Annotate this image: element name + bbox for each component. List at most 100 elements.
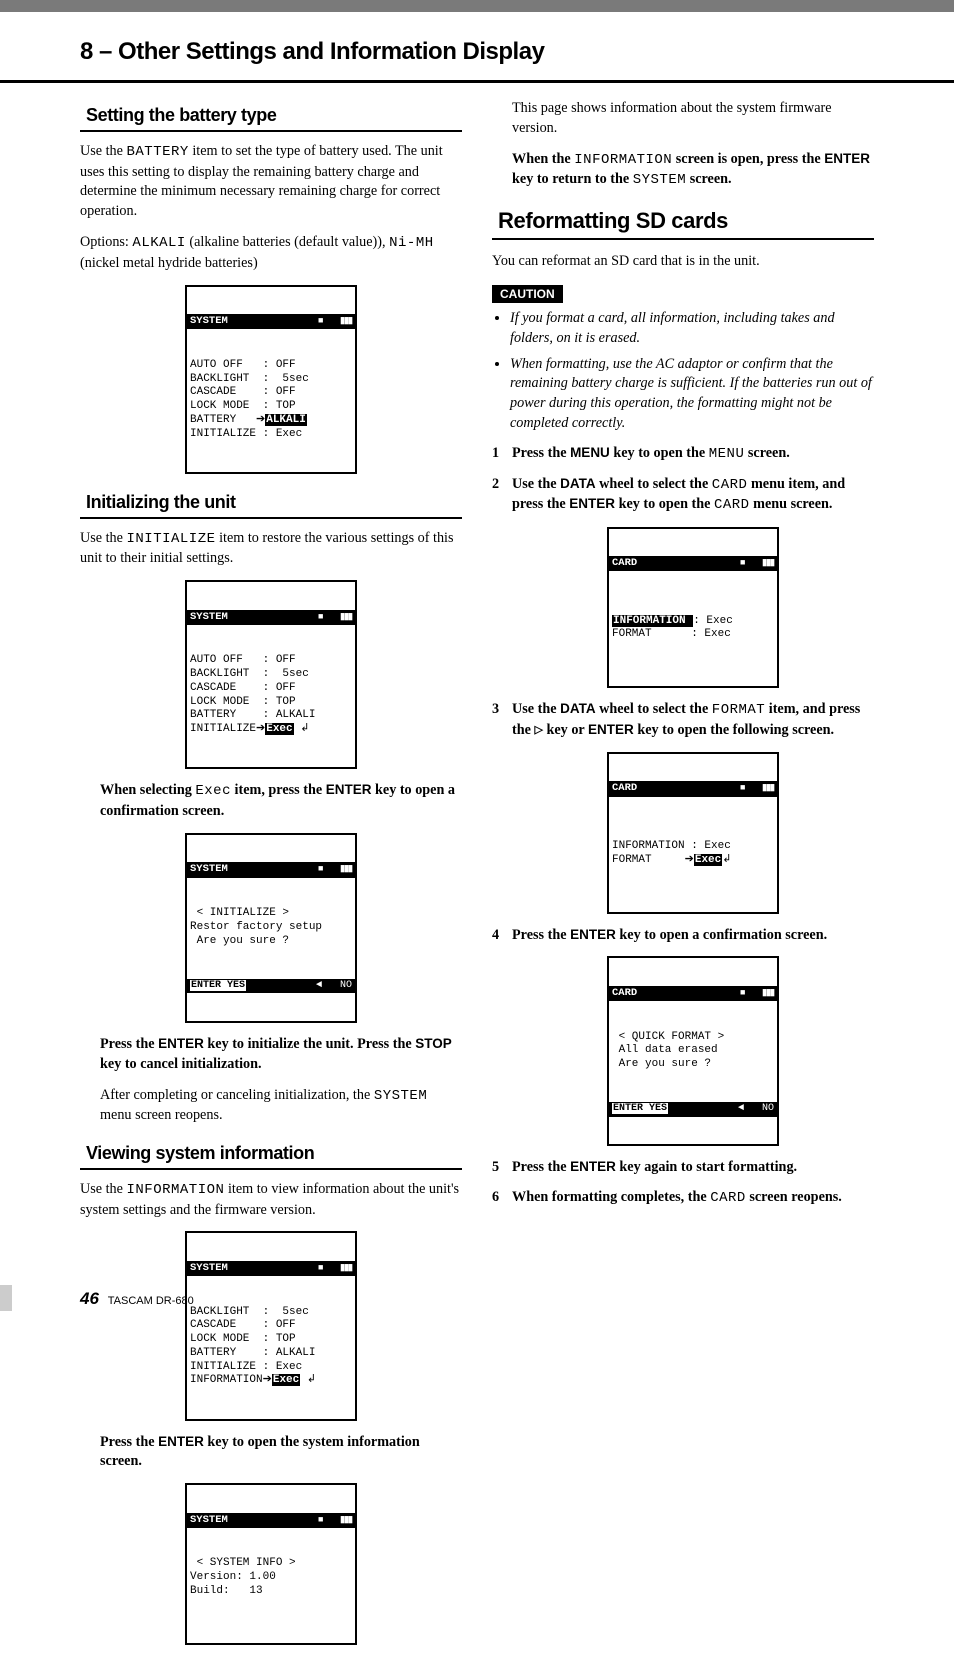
lcd-no: ◄ NO bbox=[738, 1103, 774, 1116]
mono: MENU bbox=[709, 446, 745, 462]
step-4: Press the ENTER key to open a confirmati… bbox=[492, 926, 874, 1147]
txt: screen is open, press the bbox=[672, 151, 824, 167]
battery-icon: ▮▮▮ bbox=[318, 612, 352, 623]
lcd-battery: SYSTEM▮▮▮ AUTO OFF : OFF BACKLIGHT : 5se… bbox=[80, 285, 462, 474]
lcd-init: SYSTEM▮▮▮ AUTO OFF : OFF BACKLIGHT : 5se… bbox=[80, 580, 462, 769]
txt: When selecting bbox=[100, 782, 195, 798]
txt: Press the bbox=[100, 1434, 158, 1450]
lcd-body: ↲ bbox=[300, 1374, 316, 1386]
data-key: DATA bbox=[560, 701, 596, 716]
bat-p2: Options: ALKALI (alkaline batteries (def… bbox=[80, 233, 462, 273]
txt: key or bbox=[543, 722, 588, 738]
mono: INFORMATION bbox=[574, 152, 672, 168]
txt: menu screen. bbox=[750, 496, 833, 512]
topbar bbox=[0, 0, 954, 12]
caution-item: If you format a card, all information, i… bbox=[510, 309, 874, 349]
mono: Ni-MH bbox=[389, 235, 434, 251]
bat-p1: Use the BATTERY item to set the type of … bbox=[80, 142, 462, 222]
lcd-body: < QUICK FORMAT > All data erased Are you… bbox=[609, 1029, 777, 1075]
txt: Use the bbox=[80, 143, 127, 159]
sec-sysinfo-head: Viewing system information bbox=[80, 1137, 462, 1170]
txt: item, press the bbox=[231, 782, 326, 798]
lcd-yes: ENTER YES bbox=[190, 980, 246, 991]
txt: screen reopens. bbox=[746, 1189, 842, 1205]
lcd-selection: ALKALI bbox=[265, 414, 307, 426]
txt: key to open the bbox=[610, 445, 709, 461]
init-p1: Use the INITIALIZE item to restore the v… bbox=[80, 529, 462, 569]
lcd-title: CARD bbox=[612, 782, 637, 795]
txt: Press the bbox=[100, 1036, 158, 1052]
lcd-selection: Exec bbox=[694, 854, 722, 866]
lcd-title: SYSTEM bbox=[190, 1514, 228, 1527]
mono: BATTERY bbox=[127, 144, 189, 160]
txt: key to open the bbox=[615, 496, 714, 512]
enter-key: ENTER bbox=[570, 927, 616, 942]
init-p2: When selecting Exec item, press the ENTE… bbox=[100, 781, 462, 821]
txt: (nickel metal hydride batteries) bbox=[80, 255, 258, 271]
lcd-title: SYSTEM bbox=[190, 315, 228, 328]
page-number: 46 bbox=[80, 1289, 99, 1308]
caution-badge: CAUTION bbox=[492, 285, 563, 303]
ref-p1: You can reformat an SD card that is in t… bbox=[492, 252, 874, 272]
r-p2: When the INFORMATION screen is open, pre… bbox=[512, 150, 874, 191]
mono: SYSTEM bbox=[633, 172, 686, 188]
enter-key: ENTER bbox=[588, 722, 634, 737]
step-1: Press the MENU key to open the MENU scre… bbox=[492, 444, 874, 465]
sec-reformat-head: Reformatting SD cards bbox=[492, 202, 874, 240]
right-column: This page shows information about the sy… bbox=[492, 99, 874, 1657]
left-column: Setting the battery type Use the BATTERY… bbox=[80, 99, 462, 1657]
mono: ALKALI bbox=[132, 235, 185, 251]
lcd-no: ◄ NO bbox=[316, 980, 352, 993]
mono: SYSTEM bbox=[374, 1088, 427, 1104]
battery-icon: ▮▮▮ bbox=[740, 988, 774, 999]
txt: Press the bbox=[512, 445, 570, 461]
battery-icon: ▮▮▮ bbox=[318, 1515, 352, 1526]
txt: key to return to the bbox=[512, 171, 633, 187]
txt: Use the bbox=[80, 530, 127, 546]
txt: After completing or canceling initializa… bbox=[100, 1087, 374, 1103]
enter-key: ENTER bbox=[570, 1159, 616, 1174]
lcd-yes: ENTER YES bbox=[612, 1103, 668, 1114]
lcd-body: < SYSTEM INFO > Version: 1.00 Build: 13 bbox=[187, 1555, 355, 1615]
lcd-title: CARD bbox=[612, 557, 637, 570]
steps: Press the MENU key to open the MENU scre… bbox=[492, 444, 874, 1209]
step-6: When formatting completes, the CARD scre… bbox=[492, 1188, 874, 1209]
txt: key again to start formatting. bbox=[616, 1159, 797, 1175]
lcd-title: CARD bbox=[612, 987, 637, 1000]
lcd-sysinfo: SYSTEM▮▮▮ BACKLIGHT : 5sec CASCADE : OFF… bbox=[80, 1231, 462, 1420]
caution-item: When formatting, use the AC adaptor or c… bbox=[510, 355, 874, 435]
battery-icon: ▮▮▮ bbox=[740, 783, 774, 794]
lcd-card2: CARD▮▮▮ INFORMATION : Exec FORMAT ➔Exec↲ bbox=[512, 752, 874, 914]
mono: CARD bbox=[712, 477, 748, 493]
init-p3: Press the ENTER key to initialize the un… bbox=[100, 1035, 462, 1075]
sec-battery-head: Setting the battery type bbox=[80, 99, 462, 132]
txt: Use the bbox=[512, 701, 560, 717]
txt: Use the bbox=[512, 476, 560, 492]
txt: Press the bbox=[512, 1159, 570, 1175]
txt: Press the bbox=[512, 927, 570, 943]
lcd-card1: CARD▮▮▮ INFORMATION : Exec FORMAT : Exec bbox=[512, 527, 874, 689]
play-icon: ▷ bbox=[534, 724, 542, 736]
mono: INITIALIZE bbox=[127, 531, 216, 547]
txt: Use the bbox=[80, 1181, 127, 1197]
lcd-title: SYSTEM bbox=[190, 1262, 228, 1275]
sidebar-tab bbox=[0, 1285, 12, 1311]
txt: Options: bbox=[80, 234, 132, 250]
enter-key: ENTER bbox=[569, 496, 615, 511]
mono: CARD bbox=[714, 497, 750, 513]
sysinfo-p2: Press the ENTER key to open the system i… bbox=[100, 1433, 462, 1473]
txt: menu screen reopens. bbox=[100, 1107, 223, 1123]
footer-model: TASCAM DR-680 bbox=[108, 1295, 194, 1307]
sysinfo-p1: Use the INFORMATION item to view informa… bbox=[80, 1180, 462, 1220]
battery-icon: ▮▮▮ bbox=[318, 1263, 352, 1274]
r-p1: This page shows information about the sy… bbox=[512, 99, 874, 139]
txt: wheel to select the bbox=[596, 701, 712, 717]
content: Setting the battery type Use the BATTERY… bbox=[0, 99, 954, 1657]
txt: When formatting completes, the bbox=[512, 1189, 710, 1205]
txt: screen. bbox=[744, 445, 789, 461]
txt: (alkaline batteries (default value)), bbox=[186, 234, 389, 250]
sec-init-head: Initializing the unit bbox=[80, 486, 462, 519]
page: 8 – Other Settings and Information Displ… bbox=[0, 0, 954, 1335]
lcd-body: ↲ bbox=[294, 723, 310, 735]
battery-icon: ▮▮▮ bbox=[740, 558, 774, 569]
